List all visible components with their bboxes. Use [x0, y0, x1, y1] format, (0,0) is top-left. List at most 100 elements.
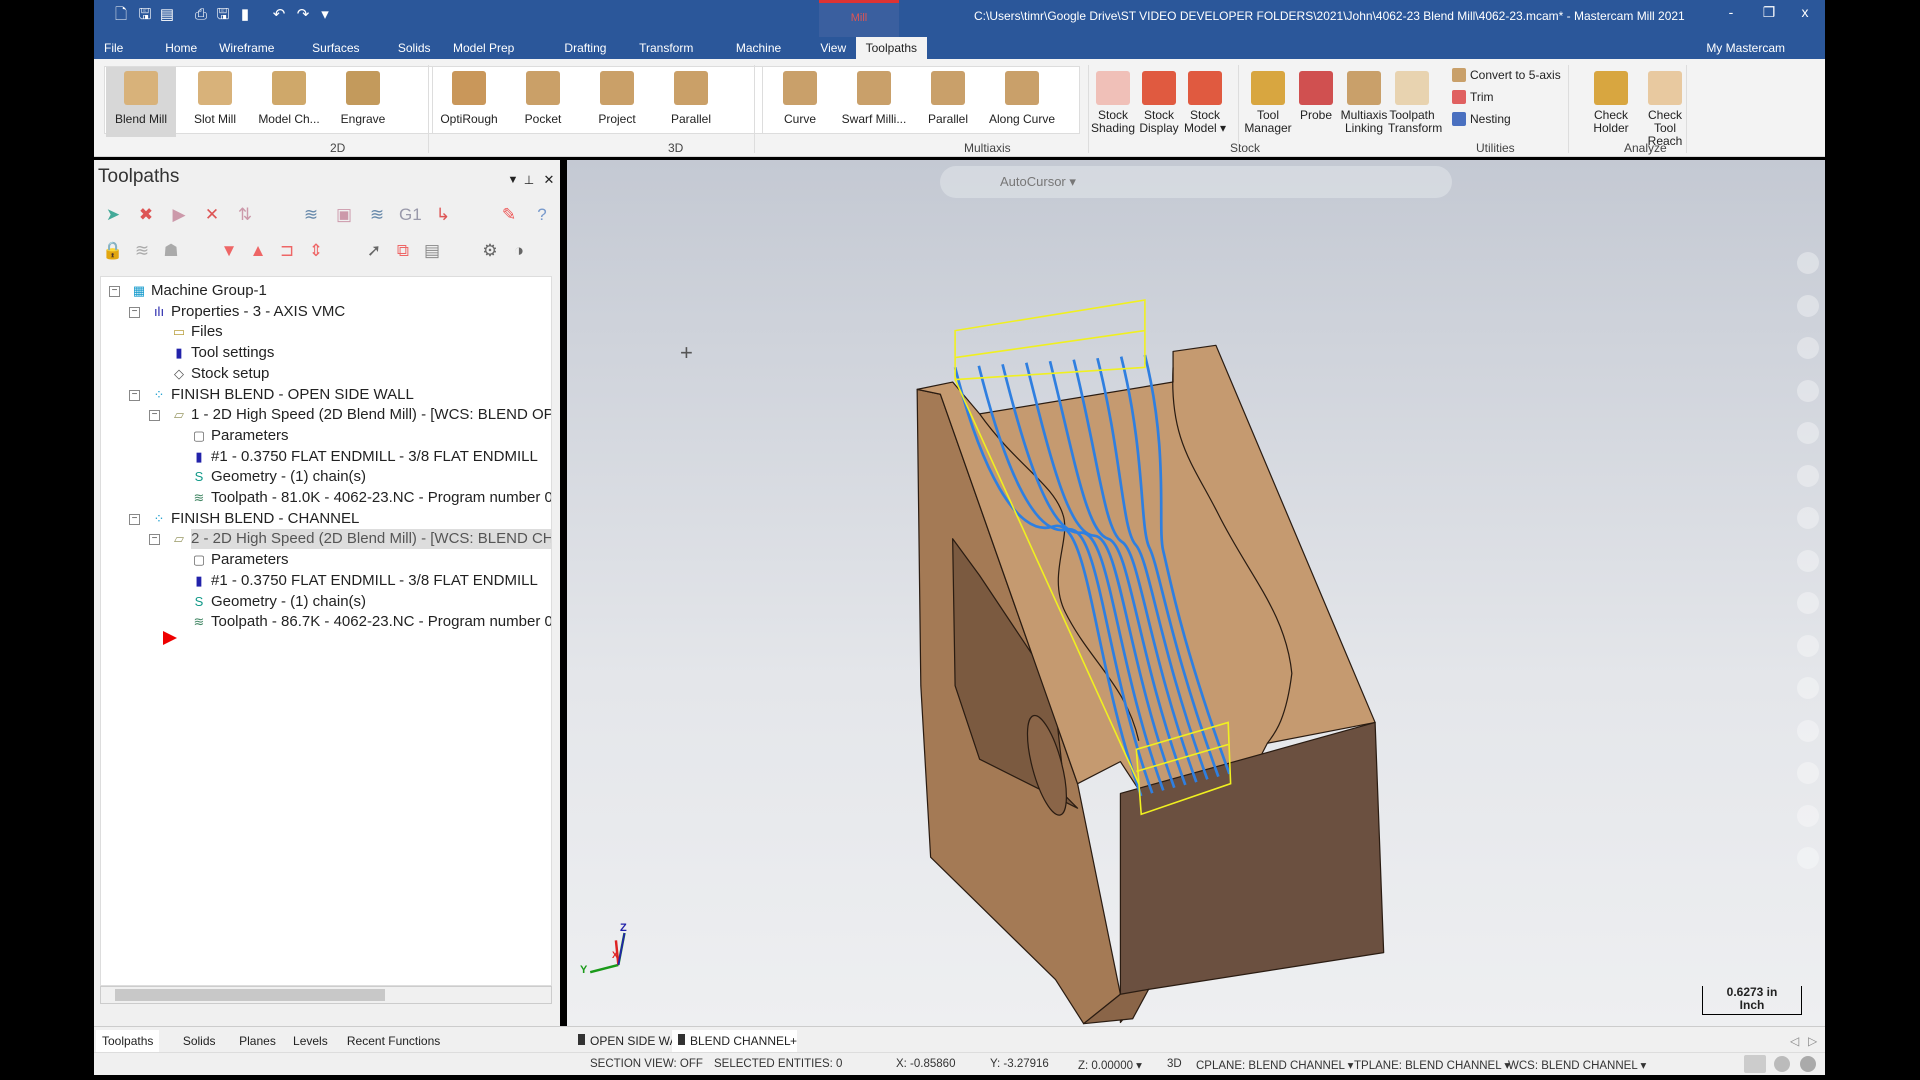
insert-arrow-icon[interactable]: ⊐ — [276, 240, 298, 262]
view-tool-icon[interactable] — [1797, 804, 1819, 827]
move-insert-icon[interactable]: ⇕ — [305, 240, 327, 262]
tree-item[interactable]: ▮ #1 - 0.3750 FLAT ENDMILL - 3/8 FLAT END… — [191, 447, 537, 467]
scroll-right-icon[interactable]: ▷ — [1802, 1030, 1823, 1052]
expand-toggle[interactable]: − — [129, 306, 140, 318]
horizontal-scrollbar[interactable] — [100, 986, 552, 1004]
edit-icon[interactable]: ✎ — [498, 204, 520, 226]
undo-icon[interactable]: ↶ — [270, 6, 288, 24]
project-button[interactable]: Project — [582, 67, 652, 137]
tree-item[interactable]: ▱ 1 - 2D High Speed (2D Blend Mill) - [WC… — [171, 405, 551, 425]
tab-model-prep[interactable]: Model Prep — [443, 37, 524, 59]
filter-icon[interactable]: ⧉ — [392, 240, 414, 262]
view-tool-icon[interactable] — [1797, 592, 1819, 614]
tree-item[interactable]: ▮ #1 - 0.3750 FLAT ENDMILL - 3/8 FLAT END… — [191, 571, 537, 591]
post-icon[interactable]: G1 — [399, 204, 422, 226]
curve-multiaxis-button[interactable]: Curve — [764, 67, 836, 137]
tab-transform[interactable]: Transform — [629, 37, 703, 59]
redo-icon[interactable]: ↷ — [294, 6, 312, 24]
tab-toolpaths[interactable]: Toolpaths — [855, 37, 927, 59]
expand-toggle[interactable]: − — [129, 513, 140, 525]
view-tool-icon[interactable] — [1797, 762, 1819, 784]
restore-button[interactable]: ❐ — [1754, 4, 1784, 21]
shaded-icon[interactable] — [1774, 1056, 1790, 1072]
help-icon[interactable]: ? — [531, 204, 553, 226]
close-panel-icon[interactable]: ✕ — [538, 169, 560, 191]
tab-home[interactable]: Home — [155, 37, 207, 59]
minimize-button[interactable]: - — [1716, 4, 1746, 20]
tree-item[interactable]: ⁘ FINISH BLEND - CHANNEL — [151, 509, 360, 529]
my-mastercam-link[interactable]: My Mastercam — [1706, 37, 1785, 59]
view-tool-icon[interactable] — [1797, 422, 1819, 444]
options-icon[interactable]: ▤ — [421, 240, 443, 262]
view-tool-icon[interactable] — [1797, 847, 1819, 869]
graphics-viewport[interactable]: AutoCursor ▾ + 0.6273 in Inch — [567, 160, 1825, 1026]
pin-icon[interactable]: ⊥ — [518, 169, 540, 191]
tree-item[interactable]: ▢ Parameters — [191, 426, 289, 446]
view-tool-icon[interactable] — [1797, 677, 1819, 699]
save-as-icon[interactable]: 🖫 — [214, 6, 232, 24]
trim-button[interactable]: Trim — [1452, 90, 1494, 104]
nesting-button[interactable]: Nesting — [1452, 112, 1511, 126]
close-button[interactable]: x — [1790, 4, 1820, 20]
tool-manager-button[interactable]: Tool Manager — [1244, 67, 1292, 137]
autocursor-label[interactable]: AutoCursor — [1000, 174, 1066, 189]
optirough-button[interactable]: OptiRough — [434, 67, 504, 137]
deselect-icon[interactable]: ✖ — [135, 204, 157, 226]
panel-tab-solids[interactable]: Solids — [177, 1030, 222, 1052]
toolpath-transform-button[interactable]: Toolpath Transform — [1388, 67, 1442, 137]
panel-tab-recent-functions[interactable]: Recent Functions — [341, 1030, 446, 1052]
shading-toggle-icon[interactable] — [1744, 1055, 1766, 1073]
check-holder-button[interactable]: Check Holder — [1584, 67, 1638, 137]
engrave-button[interactable]: Engrave — [328, 67, 398, 137]
print-icon[interactable]: ⎙ — [192, 6, 210, 24]
stock-display-button[interactable]: Stock Display — [1136, 67, 1182, 137]
panel-tab-toolpaths[interactable]: Toolpaths — [96, 1030, 160, 1052]
deselect-operations-icon[interactable]: ✕ — [201, 204, 223, 226]
tab-wireframe[interactable]: Wireframe — [209, 37, 284, 59]
slot-mill-button[interactable]: Slot Mill — [180, 67, 250, 137]
view-tool-icon[interactable] — [1797, 719, 1819, 742]
toolpath-display-icon[interactable]: ≋ — [300, 204, 322, 226]
stock-shading-button[interactable]: Stock Shading — [1090, 67, 1136, 137]
color-icon[interactable]: ◑ — [508, 240, 530, 262]
view-sheet-blend-channel[interactable]: BLEND CHANNEL — [672, 1030, 797, 1052]
tree-item[interactable]: S Geometry - (1) chain(s) — [191, 467, 366, 487]
select-operations-icon[interactable]: ▶ — [168, 204, 190, 226]
expand-toggle[interactable]: − — [149, 534, 160, 546]
view-tool-icon[interactable] — [1797, 337, 1819, 359]
expand-toggle[interactable]: − — [149, 410, 160, 422]
save-icon[interactable]: 🖫 — [136, 6, 154, 24]
move-icon[interactable]: ↳ — [432, 204, 454, 226]
new-file-icon[interactable]: 🗋 — [112, 6, 130, 24]
panel-tab-planes[interactable]: Planes — [233, 1030, 282, 1052]
tplane-dropdown[interactable]: TPLANE: BLEND CHANNEL ▾ — [1354, 1058, 1510, 1072]
lock-icon[interactable]: 🔒 — [102, 240, 124, 262]
expand-toggle[interactable]: − — [129, 389, 140, 401]
tree-item[interactable]: ≋ Toolpath - 81.0K - 4062-23.NC - Program… — [191, 488, 551, 508]
tree-item[interactable]: ılı Properties - 3 - AXIS VMC — [151, 302, 345, 322]
pocket-button[interactable]: Pocket — [508, 67, 578, 137]
tree-item[interactable]: ◇ Stock setup — [171, 364, 269, 384]
check-tool-reach-button[interactable]: Check Tool Reach — [1638, 67, 1692, 148]
autocursor-toolbar[interactable]: AutoCursor ▾ — [940, 166, 1452, 198]
material-icon[interactable] — [1800, 1056, 1816, 1072]
scrollbar-thumb[interactable] — [115, 989, 385, 1001]
section-view-status[interactable]: SECTION VIEW: OFF — [590, 1058, 703, 1070]
stock-model-button[interactable]: Stock Model ▾ — [1182, 67, 1228, 137]
multiaxis-linking-button[interactable]: Multiaxis Linking — [1340, 67, 1388, 137]
probe-button[interactable]: Probe — [1292, 67, 1340, 137]
model-ch-button[interactable]: Model Ch... — [254, 67, 324, 137]
tab-file[interactable]: File — [94, 37, 133, 59]
tab-surfaces[interactable]: Surfaces — [302, 37, 369, 59]
customize-qat-icon[interactable]: ▾ — [316, 6, 334, 24]
open-icon[interactable]: ▤ — [158, 6, 176, 24]
view-tool-icon[interactable] — [1797, 507, 1819, 529]
convert-to-5-axis-button[interactable]: Convert to 5-axis — [1452, 68, 1561, 82]
tree-item[interactable]: ⁘ FINISH BLEND - OPEN SIDE WALL — [151, 385, 414, 405]
tree-item[interactable]: ▦ Machine Group-1 — [131, 281, 267, 301]
blend-mill-button[interactable]: Blend Mill — [106, 67, 176, 137]
wcs-dropdown[interactable]: WCS: BLEND CHANNEL ▾ — [1508, 1058, 1646, 1072]
parallel-button[interactable]: Parallel — [656, 67, 726, 137]
move-down-icon[interactable]: ▼ — [218, 240, 240, 262]
bookmark-icon[interactable]: ▮ — [236, 6, 254, 24]
